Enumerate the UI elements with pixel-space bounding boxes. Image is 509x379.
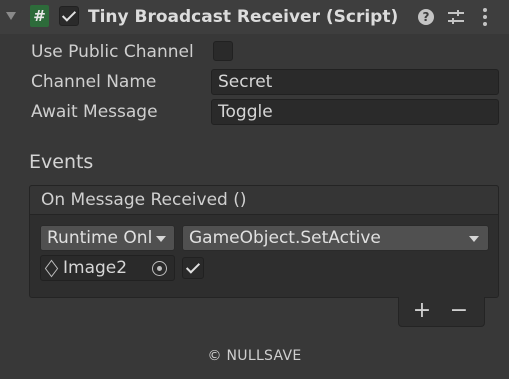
argument-bool-toggle[interactable] (182, 257, 204, 279)
foldout-arrow-icon[interactable] (6, 12, 16, 20)
add-listener-button[interactable]: + (409, 297, 435, 325)
footer-copyright: © NULLSAVE (207, 348, 302, 364)
help-icon[interactable]: ? (418, 9, 434, 25)
channel-name-field[interactable]: Secret (211, 69, 499, 95)
await-message-field[interactable]: Toggle (211, 99, 499, 125)
checkmark-icon (61, 7, 77, 22)
use-public-channel-label: Use Public Channel (31, 42, 194, 62)
chevron-down-icon (469, 236, 479, 242)
runtime-mode-value: Runtime Onl (47, 228, 153, 248)
runtime-mode-dropdown[interactable]: Runtime Onl (40, 225, 175, 251)
function-value: GameObject.SetActive (189, 228, 381, 248)
add-remove-panel: + − (398, 297, 485, 327)
preset-sliders-icon[interactable] (448, 8, 464, 26)
use-public-channel-toggle[interactable] (213, 41, 233, 61)
event-header: On Message Received () (29, 185, 499, 215)
component-enabled-toggle[interactable] (59, 6, 79, 26)
remove-listener-button[interactable]: − (446, 297, 472, 325)
await-message-label: Await Message (31, 102, 158, 122)
function-dropdown[interactable]: GameObject.SetActive (182, 225, 489, 251)
target-object-field[interactable]: Image2 (40, 255, 175, 281)
checkmark-icon (185, 259, 201, 274)
object-picker-icon[interactable] (152, 261, 167, 276)
events-section-title: Events (29, 151, 94, 173)
gameobject-cube-icon (44, 259, 59, 278)
kebab-menu-icon[interactable] (482, 8, 488, 26)
channel-name-label: Channel Name (31, 72, 157, 92)
target-object-name: Image2 (63, 258, 128, 278)
component-title: Tiny Broadcast Receiver (Script) (88, 7, 399, 27)
csharp-script-icon: # (30, 5, 49, 27)
chevron-down-icon (156, 236, 166, 242)
